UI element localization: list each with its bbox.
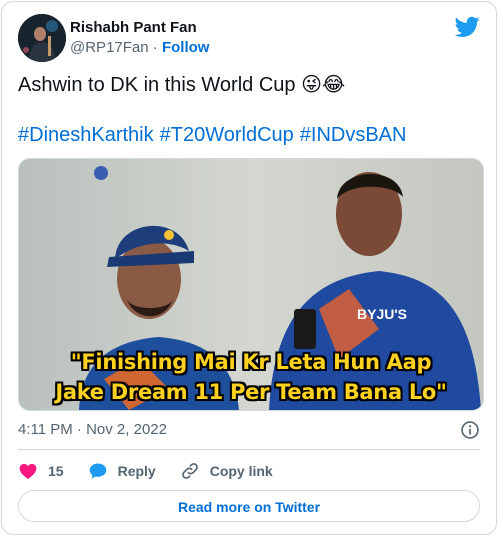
- tweet-card: Rishabh Pant Fan @RP17Fan · Follow Ashwi…: [1, 1, 497, 535]
- author-display-name[interactable]: Rishabh Pant Fan: [70, 18, 209, 38]
- avatar-image: [18, 14, 66, 62]
- meme-caption-line-2: Jake Dream 11 Per Team Bana Lo": [55, 380, 447, 404]
- timestamp-separator: ·: [76, 421, 82, 438]
- meme-caption-line-1: "Finishing Mai Kr Leta Hun Aap: [70, 350, 432, 374]
- info-icon[interactable]: [460, 420, 480, 440]
- timestamp-date: Nov 2, 2022: [86, 421, 167, 438]
- tweet-text: Ashwin to DK in this World Cup 😜😂: [18, 74, 346, 96]
- read-more-button[interactable]: Read more on Twitter: [18, 490, 480, 522]
- follow-link[interactable]: Follow: [162, 39, 210, 56]
- svg-text:BYJU'S: BYJU'S: [357, 306, 407, 322]
- reply-bubble-icon: [89, 463, 106, 479]
- link-icon: [181, 463, 198, 479]
- hashtag-list: #DineshKarthik #T20WorldCup #INDvsBAN: [18, 122, 480, 148]
- tweet-timestamp[interactable]: 4:11 PM · Nov 2, 2022: [18, 420, 167, 440]
- like-count: 15: [48, 463, 64, 479]
- author-handle[interactable]: @RP17Fan: [70, 39, 149, 56]
- reply-button[interactable]: Reply: [88, 461, 156, 481]
- reply-label: Reply: [117, 463, 156, 479]
- copy-link-button[interactable]: Copy link: [180, 461, 273, 481]
- tweet-body: Ashwin to DK in this World Cup 😜😂 #Dines…: [18, 72, 480, 148]
- twitter-bird-icon[interactable]: [455, 16, 480, 38]
- hashtag-link[interactable]: #T20WorldCup: [160, 124, 294, 146]
- hashtag-link[interactable]: #DineshKarthik: [18, 124, 154, 146]
- avatar[interactable]: [18, 14, 66, 62]
- like-button[interactable]: 15: [18, 461, 64, 481]
- copy-link-label: Copy link: [209, 463, 273, 479]
- tweet-actions: 15 Reply Copy link: [18, 460, 297, 482]
- hashtag-link[interactable]: #INDvsBAN: [300, 124, 407, 146]
- author-info: Rishabh Pant Fan @RP17Fan · Follow: [70, 18, 209, 58]
- tweet-media-image[interactable]: BYJU'S "Finishing Mai Kr Leta Hun Aap Ja…: [18, 158, 484, 411]
- heart-icon: [19, 463, 37, 479]
- author-handle-row: @RP17Fan · Follow: [70, 38, 209, 58]
- timestamp-time: 4:11 PM: [18, 421, 73, 438]
- divider: [18, 449, 480, 450]
- handle-separator: ·: [152, 39, 158, 56]
- tweet-header: Rishabh Pant Fan @RP17Fan · Follow: [18, 14, 480, 62]
